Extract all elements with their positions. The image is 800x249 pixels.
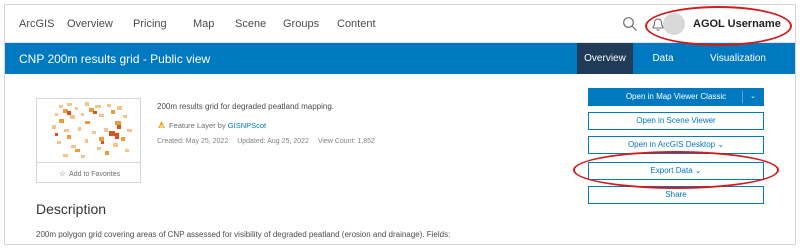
tab-visualization[interactable]: Visualization: [695, 43, 781, 74]
star-icon: ☆: [58, 169, 67, 178]
tab-data[interactable]: Data: [643, 43, 683, 74]
item-page: ArcGIS Overview Pricing Map Scene Groups…: [4, 4, 796, 245]
open-map-viewer-button[interactable]: Open in Map Viewer Classic ⌄: [588, 88, 764, 106]
created-date: Created: May 25, 2022: [157, 138, 229, 145]
nav-content[interactable]: Content: [337, 18, 376, 30]
nav-groups[interactable]: Groups: [283, 18, 319, 30]
item-type-line: Feature Layer by GISNPScot: [157, 120, 266, 130]
description-text: 200m polygon grid covering areas of CNP …: [36, 230, 451, 239]
view-count: View Count: 1,852: [317, 138, 375, 145]
chevron-down-icon: ⌄: [717, 140, 725, 149]
feature-layer-icon: [158, 121, 165, 128]
search-icon[interactable]: [622, 16, 638, 32]
nav-pricing[interactable]: Pricing: [133, 18, 167, 30]
item-thumbnail: ☆ Add to Favorites: [36, 98, 141, 183]
owner-link[interactable]: GISNPScot: [228, 121, 266, 130]
nav-scene[interactable]: Scene: [235, 18, 266, 30]
item-title: CNP 200m results grid - Public view: [19, 52, 211, 66]
nav-overview[interactable]: Overview: [67, 18, 113, 30]
favorites-label: Add to Favorites: [69, 171, 121, 178]
item-summary: 200m results grid for degraded peatland …: [157, 102, 334, 111]
nav-map[interactable]: Map: [193, 18, 214, 30]
open-scene-viewer-button[interactable]: Open in Scene Viewer: [588, 112, 764, 130]
item-type-label: Feature Layer by: [169, 121, 226, 130]
annotation-ellipse-export: [573, 151, 779, 189]
add-to-favorites-button[interactable]: ☆ Add to Favorites: [37, 162, 140, 182]
item-title-bar: CNP 200m results grid - Public view Over…: [5, 43, 795, 74]
chevron-down-icon[interactable]: ⌄: [750, 89, 756, 105]
description-heading: Description: [36, 201, 107, 217]
open-map-viewer-label: Open in Map Viewer Classic: [625, 92, 727, 101]
annotation-ellipse-username: [645, 6, 792, 46]
item-metadata: Created: May 25, 2022 Updated: Aug 25, 20…: [157, 138, 384, 145]
updated-date: Updated: Aug 25, 2022: [237, 138, 309, 145]
nav-arcgis[interactable]: ArcGIS: [19, 18, 54, 30]
open-desktop-label: Open in ArcGIS Desktop: [627, 140, 716, 149]
map-thumbnail-image: [37, 99, 140, 162]
tab-overview[interactable]: Overview: [577, 43, 633, 74]
